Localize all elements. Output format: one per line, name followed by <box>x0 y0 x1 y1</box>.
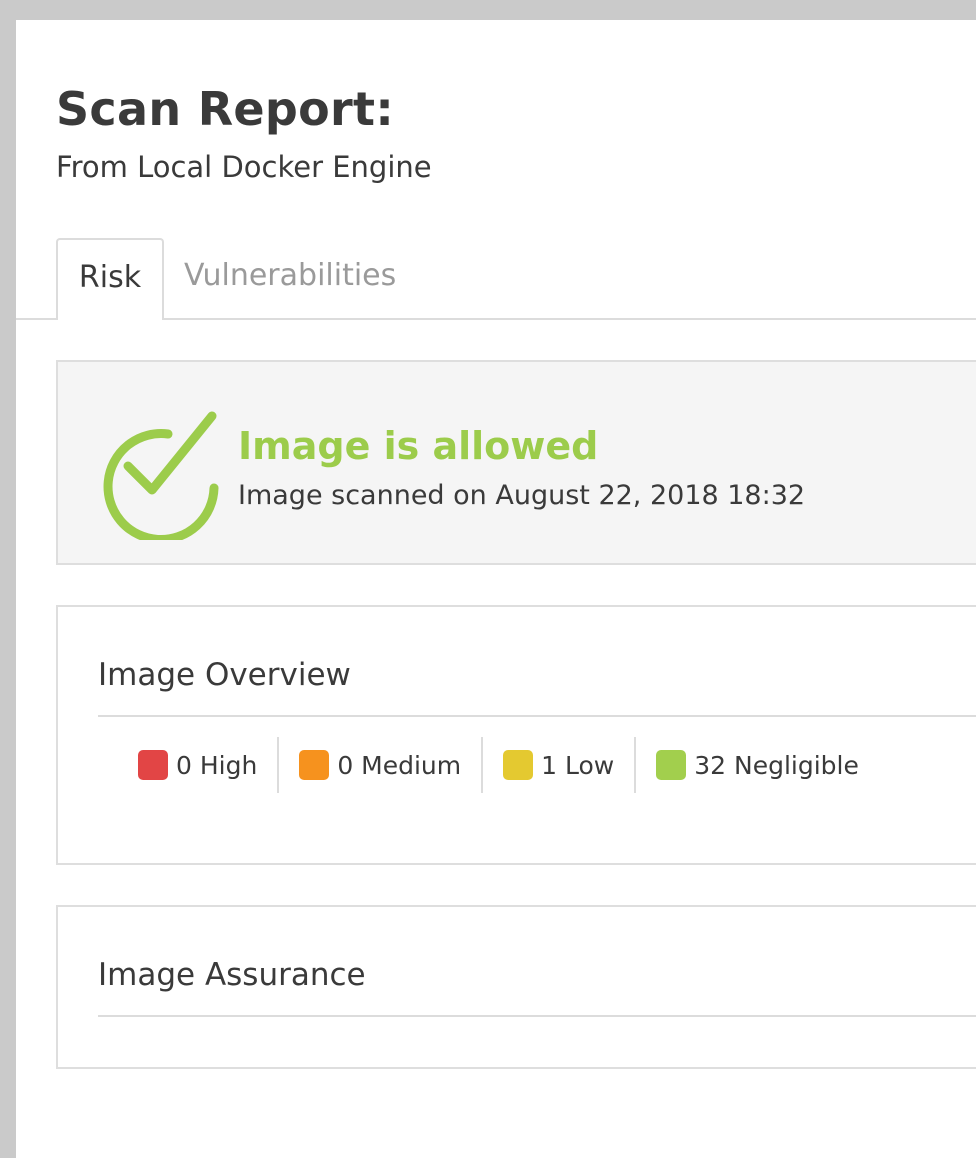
scan-report-panel: Scan Report: From Local Docker Engine Ri… <box>16 20 976 1158</box>
negligible-swatch <box>656 750 687 780</box>
medium-swatch <box>299 750 330 780</box>
status-title: Image is allowed <box>238 424 599 468</box>
severity-summary: 0 High 0 Medium 1 Low 32 Negligible <box>98 737 879 793</box>
page-title: Scan Report: <box>56 82 395 136</box>
image-overview-title: Image Overview <box>98 657 351 693</box>
severity-low: 1 Low <box>483 737 634 793</box>
severity-low-label: 1 Low <box>541 750 615 780</box>
severity-high: 0 High <box>98 737 277 793</box>
card-divider <box>98 1015 976 1017</box>
tab-risk[interactable]: Risk <box>56 238 164 320</box>
low-swatch <box>503 750 534 780</box>
image-overview-card: Image Overview 0 High 0 Medium 1 Low 32 … <box>56 605 976 865</box>
severity-medium-label: 0 Medium <box>337 750 462 780</box>
scan-status-box: Image is allowed Image scanned on August… <box>56 360 976 565</box>
image-assurance-title: Image Assurance <box>98 957 366 993</box>
image-assurance-card: Image Assurance <box>56 905 976 1069</box>
page-subtitle: From Local Docker Engine <box>56 150 432 184</box>
severity-high-label: 0 High <box>176 750 258 780</box>
severity-negligible-label: 32 Negligible <box>694 750 859 780</box>
check-circle-icon <box>103 411 219 540</box>
tab-vulnerabilities[interactable]: Vulnerabilities <box>184 258 396 293</box>
high-swatch <box>138 750 168 780</box>
scan-timestamp: Image scanned on August 22, 2018 18:32 <box>238 480 806 511</box>
severity-medium: 0 Medium <box>279 737 481 793</box>
card-divider <box>98 715 976 717</box>
severity-negligible: 32 Negligible <box>636 737 879 793</box>
